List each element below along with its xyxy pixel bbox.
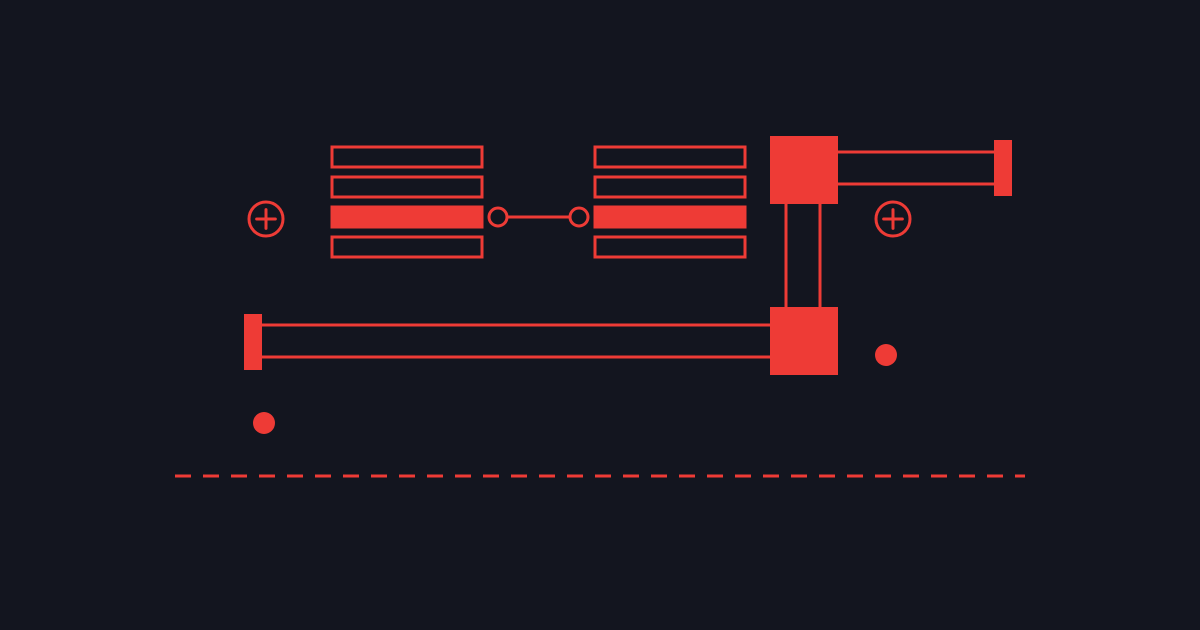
dot-marker <box>875 344 897 366</box>
stack-connector-endpoint-left <box>489 208 507 226</box>
diagram-svg <box>0 0 1200 630</box>
row-slot-selected <box>595 207 745 227</box>
diagram-canvas <box>0 0 1200 630</box>
background <box>0 0 1200 630</box>
barbell-endcap-left <box>244 314 262 370</box>
barbell-node-left <box>770 136 838 204</box>
row-slot-selected <box>332 207 482 227</box>
barbell-endcap-right <box>994 140 1012 196</box>
dot-marker <box>253 412 275 434</box>
stack-connector-endpoint-right <box>570 208 588 226</box>
barbell-node-right <box>770 307 838 375</box>
